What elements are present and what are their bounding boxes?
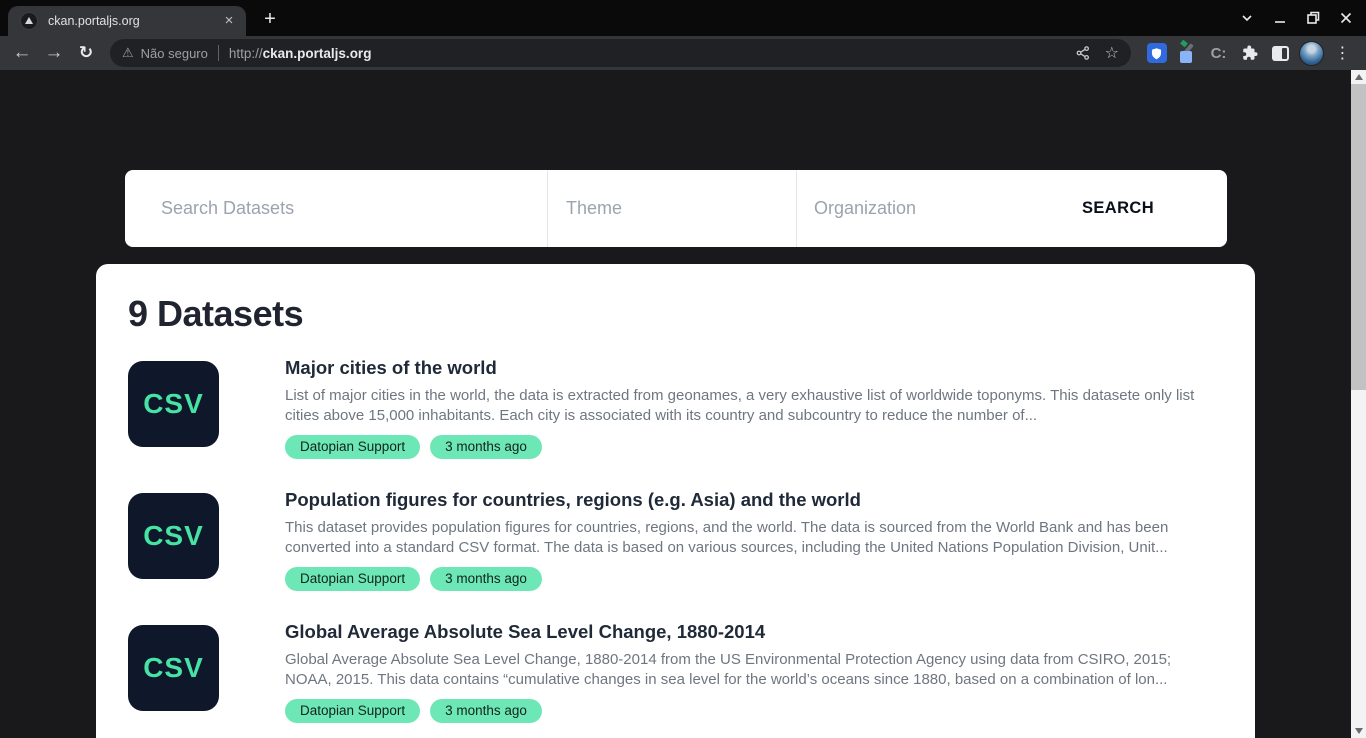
updated-badge: 3 months ago xyxy=(430,567,542,591)
back-icon[interactable]: ← xyxy=(6,39,38,67)
page-scrollbar[interactable] xyxy=(1351,70,1366,738)
extensions-puzzle-icon[interactable] xyxy=(1234,39,1265,67)
search-button-cell: SEARCH xyxy=(1009,170,1227,247)
csv-format-icon: CSV xyxy=(128,625,219,711)
window-menu-chevron-icon[interactable] xyxy=(1233,4,1261,32)
scrollbar-thumb[interactable] xyxy=(1351,84,1366,390)
address-bar[interactable]: ⚠ Não seguro http:// ckan.portaljs.org ☆ xyxy=(110,39,1131,67)
bookmark-star-icon[interactable]: ☆ xyxy=(1105,43,1119,63)
side-panel-icon[interactable] xyxy=(1265,39,1296,67)
search-cell xyxy=(125,170,547,247)
not-secure-warning-icon[interactable]: ⚠ xyxy=(122,45,134,61)
dataset-title-link[interactable]: Population figures for countries, region… xyxy=(285,489,1221,511)
dataset-list: CSV Major cities of the world List of ma… xyxy=(128,361,1221,738)
results-count-heading: 9 Datasets xyxy=(128,292,1221,336)
url-domain: ckan.portaljs.org xyxy=(263,46,372,61)
url-scheme: http:// xyxy=(229,46,263,61)
search-button[interactable]: SEARCH xyxy=(1082,199,1154,218)
organization-input[interactable] xyxy=(814,198,1009,219)
updated-badge: 3 months ago xyxy=(430,699,542,723)
tab-strip: ckan.portaljs.org × + xyxy=(0,0,1366,36)
datasets-panel: 9 Datasets CSV Major cities of the world… xyxy=(96,264,1255,738)
browser-menu-icon[interactable]: ⋮ xyxy=(1327,39,1358,67)
window-restore-icon[interactable] xyxy=(1299,4,1327,32)
org-badge: Datopian Support xyxy=(285,435,420,459)
dataset-row: CSV Global Average Absolute Sea Level Ch… xyxy=(128,625,1221,723)
dataset-row: CSV Population figures for countries, re… xyxy=(128,493,1221,591)
eyedropper-extension-icon[interactable] xyxy=(1172,39,1203,67)
org-badge: Datopian Support xyxy=(285,567,420,591)
dataset-row: CSV Major cities of the world List of ma… xyxy=(128,361,1221,459)
dataset-title-link[interactable]: Global Average Absolute Sea Level Change… xyxy=(285,621,1221,643)
bitwarden-extension-icon[interactable] xyxy=(1141,39,1172,67)
window-close-icon[interactable] xyxy=(1332,4,1360,32)
address-divider xyxy=(218,45,219,61)
updated-badge: 3 months ago xyxy=(430,435,542,459)
reload-icon[interactable]: ↻ xyxy=(70,39,102,67)
browser-window: ckan.portaljs.org × + ← → ↻ ⚠ Não seguro xyxy=(0,0,1366,738)
forward-icon[interactable]: → xyxy=(38,39,70,67)
window-controls xyxy=(1228,0,1366,36)
search-datasets-input[interactable] xyxy=(161,198,547,219)
share-icon[interactable] xyxy=(1075,45,1091,61)
scrollbar-down-arrow-icon[interactable] xyxy=(1351,724,1366,738)
theme-input[interactable] xyxy=(566,198,796,219)
theme-cell xyxy=(547,170,796,247)
tab-title: ckan.portaljs.org xyxy=(48,14,220,28)
scrollbar-up-arrow-icon[interactable] xyxy=(1351,70,1366,84)
profile-avatar[interactable] xyxy=(1296,39,1327,67)
dataset-description: This dataset provides population figures… xyxy=(285,518,1221,558)
page-viewport: SEARCH 9 Datasets CSV Major cities of th… xyxy=(0,70,1351,738)
new-tab-button[interactable]: + xyxy=(256,6,284,34)
window-minimize-icon[interactable] xyxy=(1266,4,1294,32)
organization-cell xyxy=(796,170,1009,247)
security-label: Não seguro xyxy=(141,46,208,61)
csv-format-icon: CSV xyxy=(128,361,219,447)
tab-close-icon[interactable]: × xyxy=(220,12,238,30)
csv-format-icon: CSV xyxy=(128,493,219,579)
dataset-description: List of major cities in the world, the d… xyxy=(285,386,1221,426)
site-favicon-icon xyxy=(20,12,38,30)
dataset-title-link[interactable]: Major cities of the world xyxy=(285,357,1221,379)
search-panel: SEARCH xyxy=(125,170,1227,247)
colorzilla-extension-icon[interactable]: C: xyxy=(1203,39,1234,67)
browser-tab[interactable]: ckan.portaljs.org × xyxy=(8,6,246,36)
org-badge: Datopian Support xyxy=(285,699,420,723)
browser-toolbar: ← → ↻ ⚠ Não seguro http:// ckan.portaljs… xyxy=(0,36,1366,70)
dataset-description: Global Average Absolute Sea Level Change… xyxy=(285,650,1221,690)
